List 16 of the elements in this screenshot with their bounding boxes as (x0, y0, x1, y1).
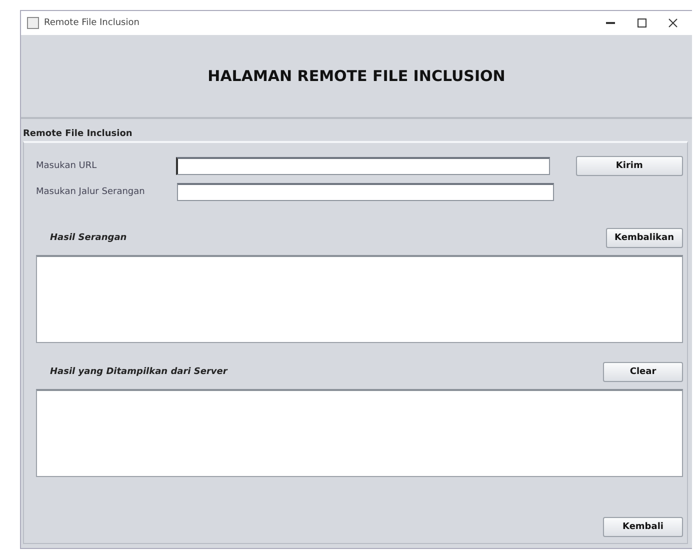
field-label: Masukan Jalur Serangan (36, 187, 146, 197)
result-area[interactable] (36, 255, 683, 343)
send-button[interactable]: Kirim (576, 156, 683, 176)
panel-title: Remote File Inclusion (23, 129, 132, 139)
back-button[interactable]: Kembali (603, 517, 683, 537)
reset-button[interactable]: Kembalikan (606, 228, 683, 248)
section-label: Hasil yang Ditampilkan dari Server (50, 367, 228, 377)
field-label: Masukan URL (36, 161, 98, 171)
output-area[interactable] (36, 389, 683, 477)
page-heading: HALAMAN REMOTE FILE INCLUSION (208, 67, 506, 85)
clear-button[interactable]: Clear (603, 362, 683, 382)
window-title: Remote File Inclusion (44, 18, 140, 28)
input-field[interactable] (177, 183, 554, 201)
section-label: Hasil Serangan (50, 233, 127, 243)
input-field[interactable] (176, 157, 550, 175)
app-icon (27, 17, 39, 29)
